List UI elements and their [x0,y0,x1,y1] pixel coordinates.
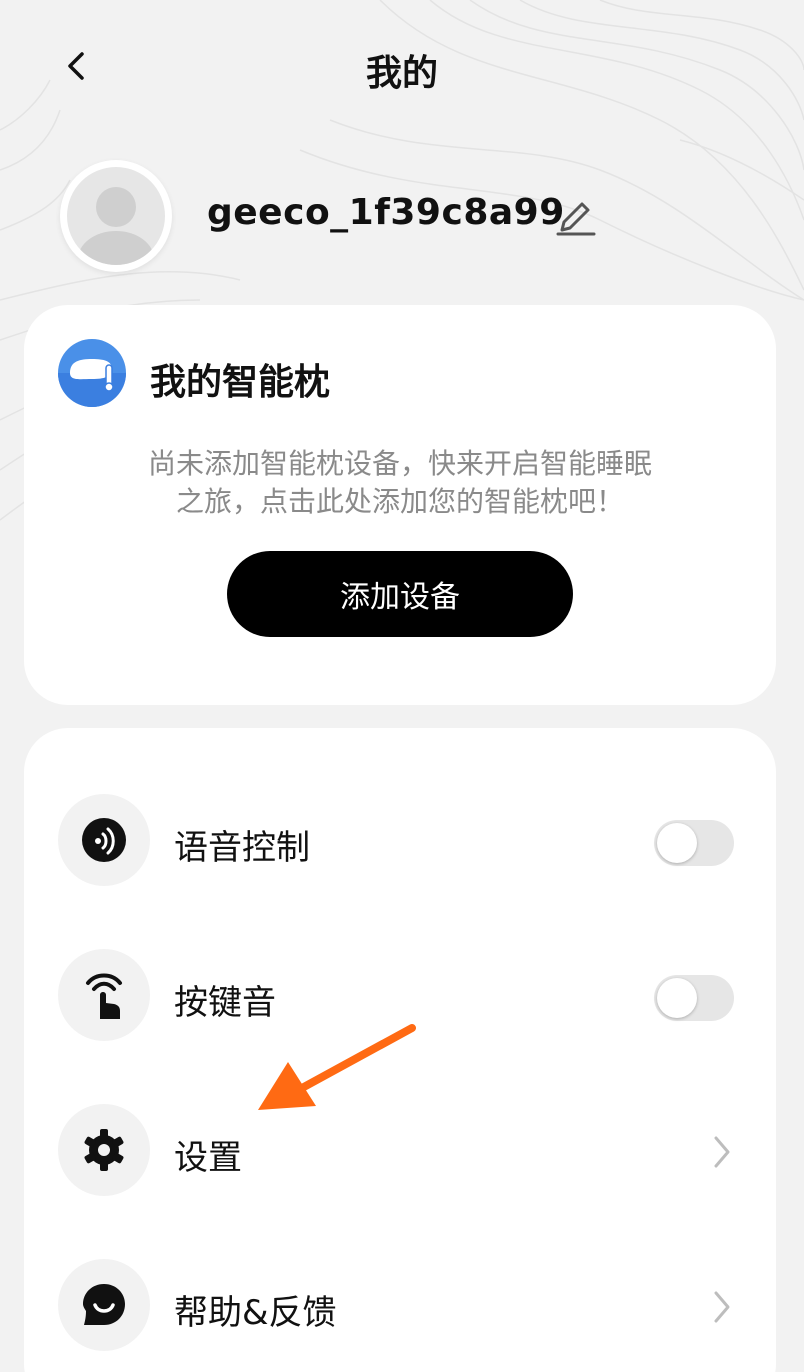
description-line-1: 尚未添加智能枕设备，快来开启智能睡眠 [147,447,652,480]
menu-item-label: 帮助&反馈 [174,1293,337,1333]
smart-pillow-icon [58,339,126,407]
avatar[interactable] [60,160,172,272]
default-user-icon [67,167,165,265]
chevron-right-icon [714,1291,730,1323]
gear-icon [58,1104,150,1196]
edit-username-button[interactable] [554,192,598,236]
pencil-icon [556,202,596,236]
toggle-knob [657,823,697,863]
tap-icon [58,949,150,1041]
profile-section: geeco_1f39c8a99 [60,160,760,272]
chat-icon [58,1259,150,1351]
device-card-title: 我的智能枕 [150,362,331,403]
voice-control-toggle[interactable] [654,820,734,866]
menu-item-label: 按键音 [174,983,276,1023]
voice-icon [58,794,150,886]
page-title: 我的 [365,53,438,94]
toggle-knob [657,978,697,1018]
key-sound-toggle[interactable] [654,975,734,1021]
menu-item-help-feedback[interactable]: 帮助&反馈 [24,1245,776,1365]
menu-item-label: 语音控制 [174,828,310,868]
smart-pillow-card: 我的智能枕 尚未添加智能枕设备，快来开启智能睡眠 之旅，点击此处添加您的智能枕吧… [24,305,776,705]
menu-item-voice-control[interactable]: 语音控制 [24,780,776,900]
annotation-arrow-icon [258,1024,416,1110]
username: geeco_1f39c8a99 [207,192,565,233]
description-line-2: 之旅，点击此处添加您的智能枕吧！ [175,485,624,518]
chevron-right-icon [714,1136,730,1168]
top-bar: 我的 [0,0,804,135]
menu-item-label: 设置 [174,1138,242,1178]
add-device-button[interactable]: 添加设备 [227,551,573,637]
device-card-description: 尚未添加智能枕设备，快来开启智能睡眠 之旅，点击此处添加您的智能枕吧！ [84,445,716,521]
